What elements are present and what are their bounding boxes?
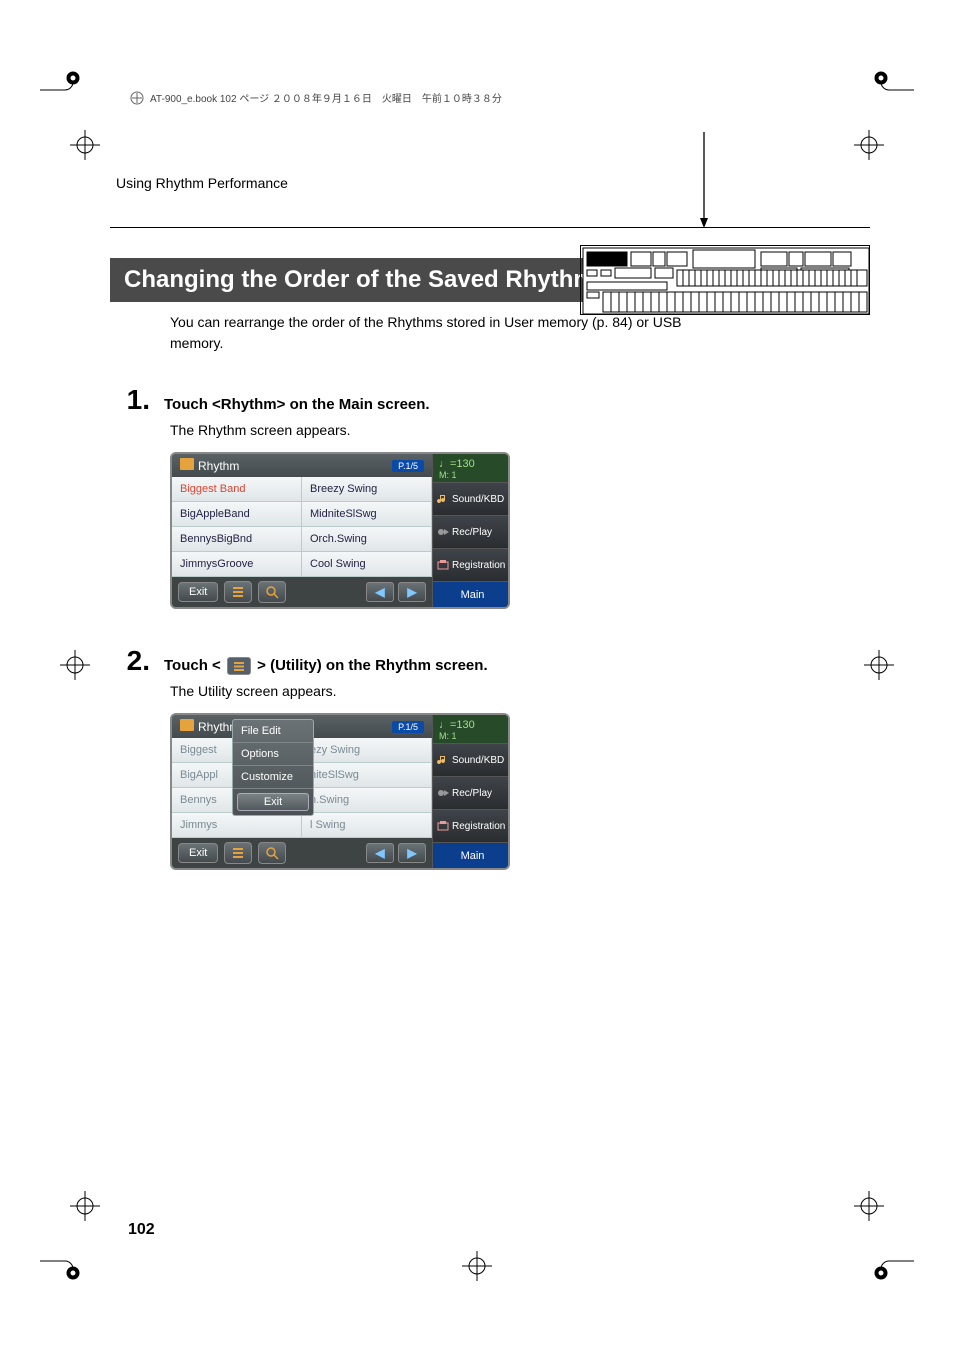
utility-icon-inline: [227, 657, 251, 675]
search-icon: [265, 585, 279, 599]
step-number: 2.: [110, 645, 150, 677]
popup-item-file-edit[interactable]: File Edit: [233, 720, 313, 743]
book-header: AT-900_e.book 102 ページ ２００８年９月１６日 火曜日 午前１…: [130, 90, 870, 105]
search-icon: [265, 846, 279, 860]
rec-play-icon: [437, 787, 449, 799]
crop-mark-bl: [40, 1241, 80, 1281]
folder-icon: [180, 719, 194, 731]
tempo-display: ♩=130 M: 1: [433, 715, 508, 743]
popup-item-options[interactable]: Options: [233, 743, 313, 766]
side-main-button[interactable]: Main: [433, 842, 508, 868]
utility-button[interactable]: [224, 581, 252, 603]
rhythm-item[interactable]: MidniteSlSwg: [302, 502, 432, 527]
side-main-button[interactable]: Main: [433, 581, 508, 607]
tempo-display: ♩=130 M: 1: [433, 454, 508, 482]
reg-mark: [70, 1191, 100, 1221]
step-subtext: The Utility screen appears.: [170, 683, 870, 699]
page-prev-button[interactable]: ◀: [366, 843, 394, 863]
reg-mark: [70, 130, 100, 160]
reg-mark: [60, 650, 90, 680]
step-2: 2. Touch < > (Utility) on the Rhythm scr…: [110, 645, 870, 677]
utility-button[interactable]: [224, 842, 252, 864]
side-label: Registration: [452, 821, 505, 832]
step-instruction: Touch <Rhythm> on the Main screen.: [164, 396, 430, 413]
popup-item-customize[interactable]: Customize: [233, 766, 313, 789]
page-number: 102: [128, 1221, 155, 1239]
rhythm-item[interactable]: JimmysGroove: [172, 552, 302, 577]
side-rec-play[interactable]: Rec/Play: [433, 515, 508, 548]
instrument-diagram: [580, 245, 870, 315]
tempo-bpm: ♩=130: [439, 719, 502, 731]
side-registration[interactable]: Registration: [433, 548, 508, 581]
note-icon: [437, 493, 449, 505]
step-subtext: The Rhythm screen appears.: [170, 422, 870, 438]
lcd-page-badge: P.1/5: [392, 721, 424, 733]
exit-button[interactable]: Exit: [178, 582, 218, 602]
rhythm-item: h.Swing: [302, 788, 432, 813]
rhythm-item: ezy Swing: [302, 738, 432, 763]
rec-play-icon: [437, 526, 449, 538]
registration-icon: [437, 820, 449, 832]
crop-mark-tr: [874, 70, 914, 110]
tempo-bpm: ♩=130: [439, 458, 502, 470]
reg-mark: [462, 1251, 492, 1281]
registration-icon: [437, 559, 449, 571]
rhythm-item[interactable]: Orch.Swing: [302, 527, 432, 552]
page-next-button[interactable]: ▶: [398, 582, 426, 602]
crop-mark-br: [874, 1241, 914, 1281]
side-label: Rec/Play: [452, 527, 492, 538]
rhythm-item[interactable]: Breezy Swing: [302, 477, 432, 502]
side-label: Sound/KBD: [452, 494, 504, 505]
step-instr-post: > (Utility) on the Rhythm screen.: [257, 657, 487, 674]
rhythm-item: niteSlSwg: [302, 763, 432, 788]
screenshot-rhythm-screen: Rhythm P.1/5 Biggest Band Breezy Swing B…: [170, 452, 870, 609]
rhythm-item[interactable]: BigAppleBand: [172, 502, 302, 527]
side-registration[interactable]: Registration: [433, 809, 508, 842]
page-next-button[interactable]: ▶: [398, 843, 426, 863]
tempo-measure: M: 1: [439, 731, 502, 741]
rhythm-item: Jimmys: [172, 813, 302, 838]
page-prev-button[interactable]: ◀: [366, 582, 394, 602]
intro-text: You can rearrange the order of the Rhyth…: [170, 312, 690, 354]
step-1: 1. Touch <Rhythm> on the Main screen.: [110, 384, 870, 416]
side-rec-play[interactable]: Rec/Play: [433, 776, 508, 809]
header-rule: [110, 227, 870, 228]
step-instruction: Touch < > (Utility) on the Rhythm screen…: [164, 657, 488, 675]
lcd-title-text: Rhythm: [198, 459, 239, 473]
reg-mark: [854, 1191, 884, 1221]
lcd-footer: Exit ◀ ▶: [172, 838, 432, 868]
popup-exit-button[interactable]: Exit: [237, 793, 309, 811]
lcd-title-bar: Rhythm P.1/5: [172, 454, 432, 477]
section-title: Using Rhythm Performance: [116, 175, 870, 191]
rhythm-list: Biggest Band Breezy Swing BigAppleBand M…: [172, 477, 432, 577]
screenshot-utility-screen: Rhythm P.1/5 Biggest ezy Swing BigAppl n…: [170, 713, 870, 870]
rhythm-item[interactable]: BennysBigBnd: [172, 527, 302, 552]
lcd-page-badge: P.1/5: [392, 460, 424, 472]
list-icon: [231, 585, 245, 599]
note-icon: [437, 754, 449, 766]
rhythm-item[interactable]: Cool Swing: [302, 552, 432, 577]
rhythm-item-selected[interactable]: Biggest Band: [172, 477, 302, 502]
side-label: Rec/Play: [452, 788, 492, 799]
tempo-measure: M: 1: [439, 470, 502, 480]
search-button[interactable]: [258, 842, 286, 864]
crop-mark-tl: [40, 70, 80, 110]
lcd-footer: Exit ◀ ▶: [172, 577, 432, 607]
step-instr-pre: Touch <: [164, 657, 221, 674]
side-label: Sound/KBD: [452, 755, 504, 766]
list-icon: [233, 660, 245, 672]
step-number: 1.: [110, 384, 150, 416]
list-icon: [231, 846, 245, 860]
exit-button[interactable]: Exit: [178, 843, 218, 863]
rhythm-item: l Swing: [302, 813, 432, 838]
book-header-text: AT-900_e.book 102 ページ ２００８年９月１６日 火曜日 午前１…: [150, 90, 502, 105]
side-sound-kbd[interactable]: Sound/KBD: [433, 482, 508, 515]
utility-popup: File Edit Options Customize Exit: [232, 719, 314, 816]
book-header-icon: [130, 91, 144, 105]
search-button[interactable]: [258, 581, 286, 603]
side-label: Registration: [452, 560, 505, 571]
side-sound-kbd[interactable]: Sound/KBD: [433, 743, 508, 776]
folder-icon: [180, 458, 194, 470]
arrow-down-icon: [698, 132, 710, 228]
